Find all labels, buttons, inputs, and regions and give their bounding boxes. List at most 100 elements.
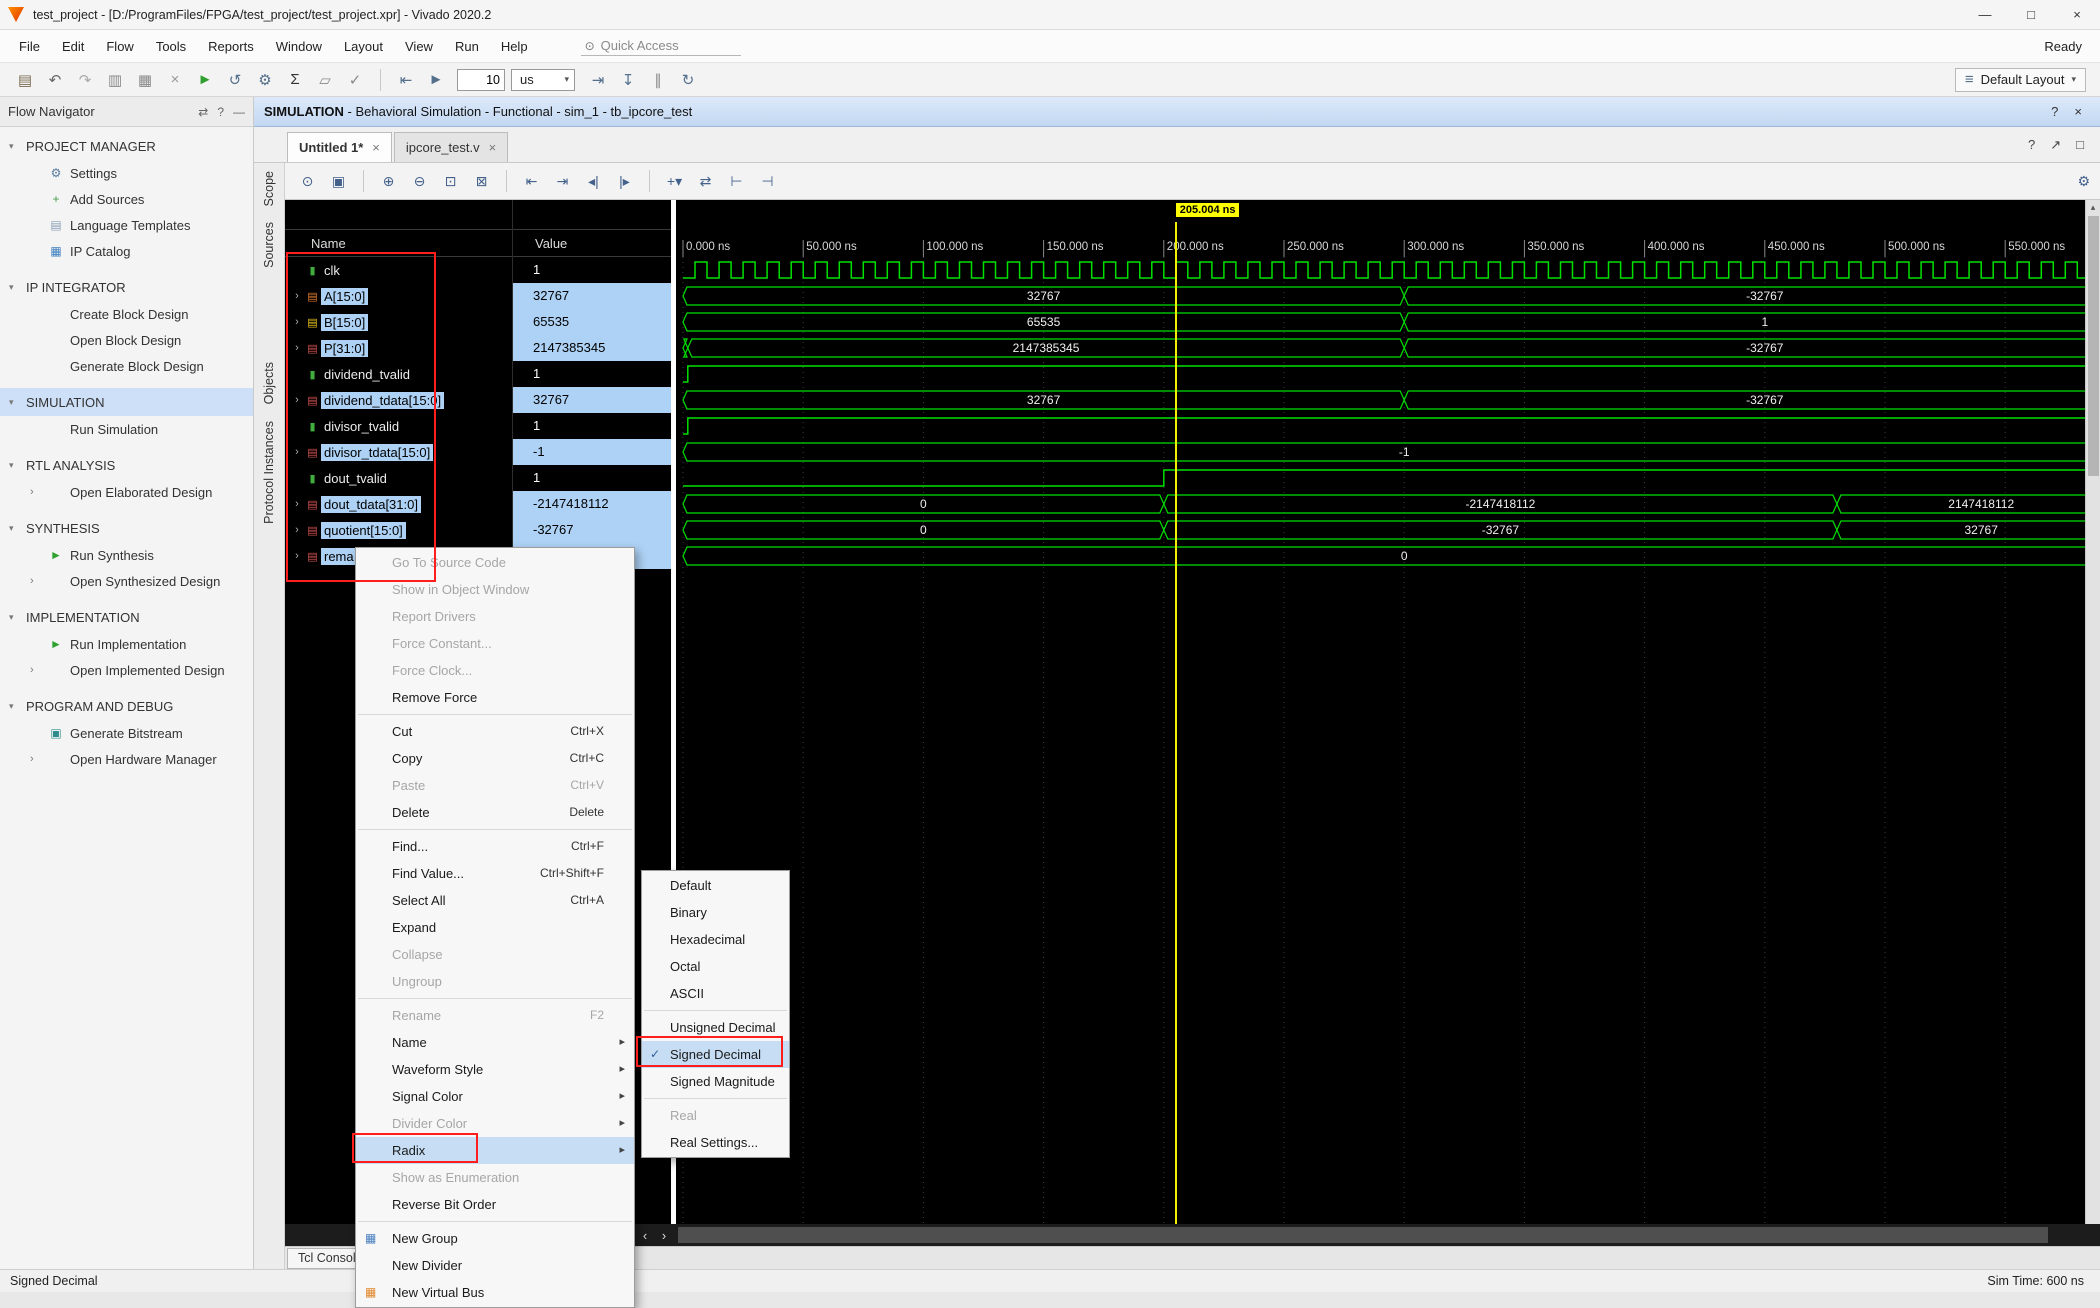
signal-wave-clk[interactable] [676,257,2085,283]
add-marker-icon[interactable]: +▾ [660,173,689,190]
signal-name-a-15-0[interactable]: ›▤A[15:0] [285,283,512,309]
signal-value-dividend-tdata-15-0[interactable]: 32767 [513,387,671,413]
float-icon[interactable]: ↗ [2050,137,2061,153]
menu-item-octal[interactable]: Octal [642,953,789,980]
menu-item-find[interactable]: Find...Ctrl+F [356,833,634,860]
scroll-left-icon[interactable]: ‹ [637,1228,653,1243]
close-icon[interactable]: × [2074,104,2082,119]
menu-item-ascii[interactable]: ASCII [642,980,789,1007]
menu-run[interactable]: Run [444,39,490,54]
signal-name-dividend-tvalid[interactable]: ▮dividend_tvalid [285,361,512,387]
signal-value-clk[interactable]: 1 [513,257,671,283]
zoom-in-icon[interactable]: ⊕ [374,173,403,190]
redo-icon[interactable]: ↷ [70,71,100,89]
help-icon[interactable]: ? [2028,137,2035,153]
search-icon[interactable]: ⊙ [293,173,322,190]
menu-view[interactable]: View [394,39,444,54]
maximize-icon[interactable]: □ [2076,137,2084,153]
maximize-button[interactable]: □ [2008,0,2054,29]
signal-value-p-31-0[interactable]: 2147385345 [513,335,671,361]
close-icon[interactable]: × [372,140,380,155]
next-marker-icon[interactable]: ⊣ [753,173,782,190]
signal-name-p-31-0[interactable]: ›▤P[31:0] [285,335,512,361]
signal-value-b-15-0[interactable]: 65535 [513,309,671,335]
menu-item-signed-magnitude[interactable]: Signed Magnitude [642,1068,789,1095]
quick-access-search[interactable]: ⊙ Quick Access [581,36,741,56]
menu-item-remove-force[interactable]: Remove Force [356,684,634,711]
flow-item-settings[interactable]: ⚙Settings [0,160,253,186]
waveform-panel[interactable]: 0.000 ns50.000 ns100.000 ns150.000 ns200… [676,200,2085,1224]
next-transition-icon[interactable]: |▸ [610,173,639,190]
prev-transition-icon[interactable]: ◂| [579,173,608,190]
break-icon[interactable]: ∥ [643,71,673,89]
signal-name-dout-tdata-31-0[interactable]: ›▤dout_tdata[31:0] [285,491,512,517]
minimize-button[interactable]: — [1962,0,2008,29]
flow-section-ip-integrator[interactable]: ▾IP INTEGRATOR [0,273,253,301]
flow-section-implementation[interactable]: ▾IMPLEMENTATION [0,603,253,631]
flow-item-language-templates[interactable]: ▤Language Templates [0,212,253,238]
hscroll-track[interactable] [676,1224,2100,1246]
minimize-icon[interactable]: — [233,105,245,119]
restart-sim-icon[interactable]: ↺ [220,71,250,89]
flow-item-generate-block-design[interactable]: Generate Block Design [0,353,253,379]
expander-icon[interactable]: › [290,316,304,328]
flow-item-run-simulation[interactable]: Run Simulation [0,416,253,442]
expander-icon[interactable]: › [30,486,42,498]
menu-layout[interactable]: Layout [333,39,394,54]
flow-section-rtl-analysis[interactable]: ▾RTL ANALYSIS [0,451,253,479]
sim-time-input[interactable] [457,69,505,91]
goto-start-icon[interactable]: ⇤ [517,173,546,190]
menu-file[interactable]: File [8,39,51,54]
menu-item-radix[interactable]: Radix▸ [356,1137,634,1164]
run-all-icon[interactable]: ► [421,71,451,89]
zoom-to-cursor-icon[interactable]: ⊠ [467,173,496,190]
flow-item-open-hardware-manager[interactable]: ›Open Hardware Manager [0,746,253,772]
close-icon[interactable]: × [489,140,497,155]
signal-name-divisor-tdata-15-0[interactable]: ›▤divisor_tdata[15:0] [285,439,512,465]
settings-gear-icon[interactable]: ⚙ [2077,173,2090,189]
menu-reports[interactable]: Reports [197,39,265,54]
flow-item-add-sources[interactable]: +Add Sources [0,186,253,212]
signal-value-dividend-tvalid[interactable]: 1 [513,361,671,387]
signal-value-quotient-15-0[interactable]: -32767 [513,517,671,543]
erase-icon[interactable]: ▱ [310,71,340,89]
signal-wave-dout-tvalid[interactable] [676,465,2085,491]
menu-tools[interactable]: Tools [145,39,197,54]
signal-wave-b-15-0[interactable]: 655351 [676,309,2085,335]
menu-item-unsigned-decimal[interactable]: Unsigned Decimal [642,1014,789,1041]
signal-wave-divisor-tdata-15-0[interactable]: -1 [676,439,2085,465]
menu-item-name[interactable]: Name▸ [356,1029,634,1056]
signal-name-b-15-0[interactable]: ›▤B[15:0] [285,309,512,335]
signal-value-divisor-tvalid[interactable]: 1 [513,413,671,439]
menu-edit[interactable]: Edit [51,39,95,54]
flow-item-run-implementation[interactable]: ►Run Implementation [0,631,253,657]
report-sum-icon[interactable]: Σ [280,71,310,89]
menu-item-select-all[interactable]: Select AllCtrl+A [356,887,634,914]
side-tab-sources[interactable]: Sources [262,222,276,268]
flow-section-simulation[interactable]: ▾SIMULATION [0,388,253,416]
step-icon[interactable]: ↧ [613,71,643,89]
scroll-up-icon[interactable]: ▴ [2086,200,2100,215]
menu-item-signal-color[interactable]: Signal Color▸ [356,1083,634,1110]
flow-item-open-synthesized-design[interactable]: ›Open Synthesized Design [0,568,253,594]
signal-wave-divisor-tvalid[interactable] [676,413,2085,439]
side-tab-objects[interactable]: Objects [262,362,276,404]
signal-name-clk[interactable]: ▮clk [285,257,512,283]
flow-section-synthesis[interactable]: ▾SYNTHESIS [0,514,253,542]
run-icon[interactable]: ► [190,71,220,89]
settings-gear-icon[interactable]: ⚙ [250,71,280,89]
flow-section-program-and-debug[interactable]: ▾PROGRAM AND DEBUG [0,692,253,720]
save-icon[interactable]: ▣ [324,173,353,190]
menu-item-real-settings[interactable]: Real Settings... [642,1129,789,1156]
menu-item-reverse-bit-order[interactable]: Reverse Bit Order [356,1191,634,1218]
sim-cursor[interactable] [1175,222,1177,1224]
menu-flow[interactable]: Flow [95,39,144,54]
menu-item-hexadecimal[interactable]: Hexadecimal [642,926,789,953]
signal-wave-dividend-tvalid[interactable] [676,361,2085,387]
zoom-out-icon[interactable]: ⊖ [405,173,434,190]
flow-item-run-synthesis[interactable]: ►Run Synthesis [0,542,253,568]
expander-icon[interactable]: › [30,753,42,765]
expander-icon[interactable]: › [290,394,304,406]
menu-item-new-virtual-bus[interactable]: ▦New Virtual Bus [356,1279,634,1306]
signal-name-dout-tvalid[interactable]: ▮dout_tvalid [285,465,512,491]
